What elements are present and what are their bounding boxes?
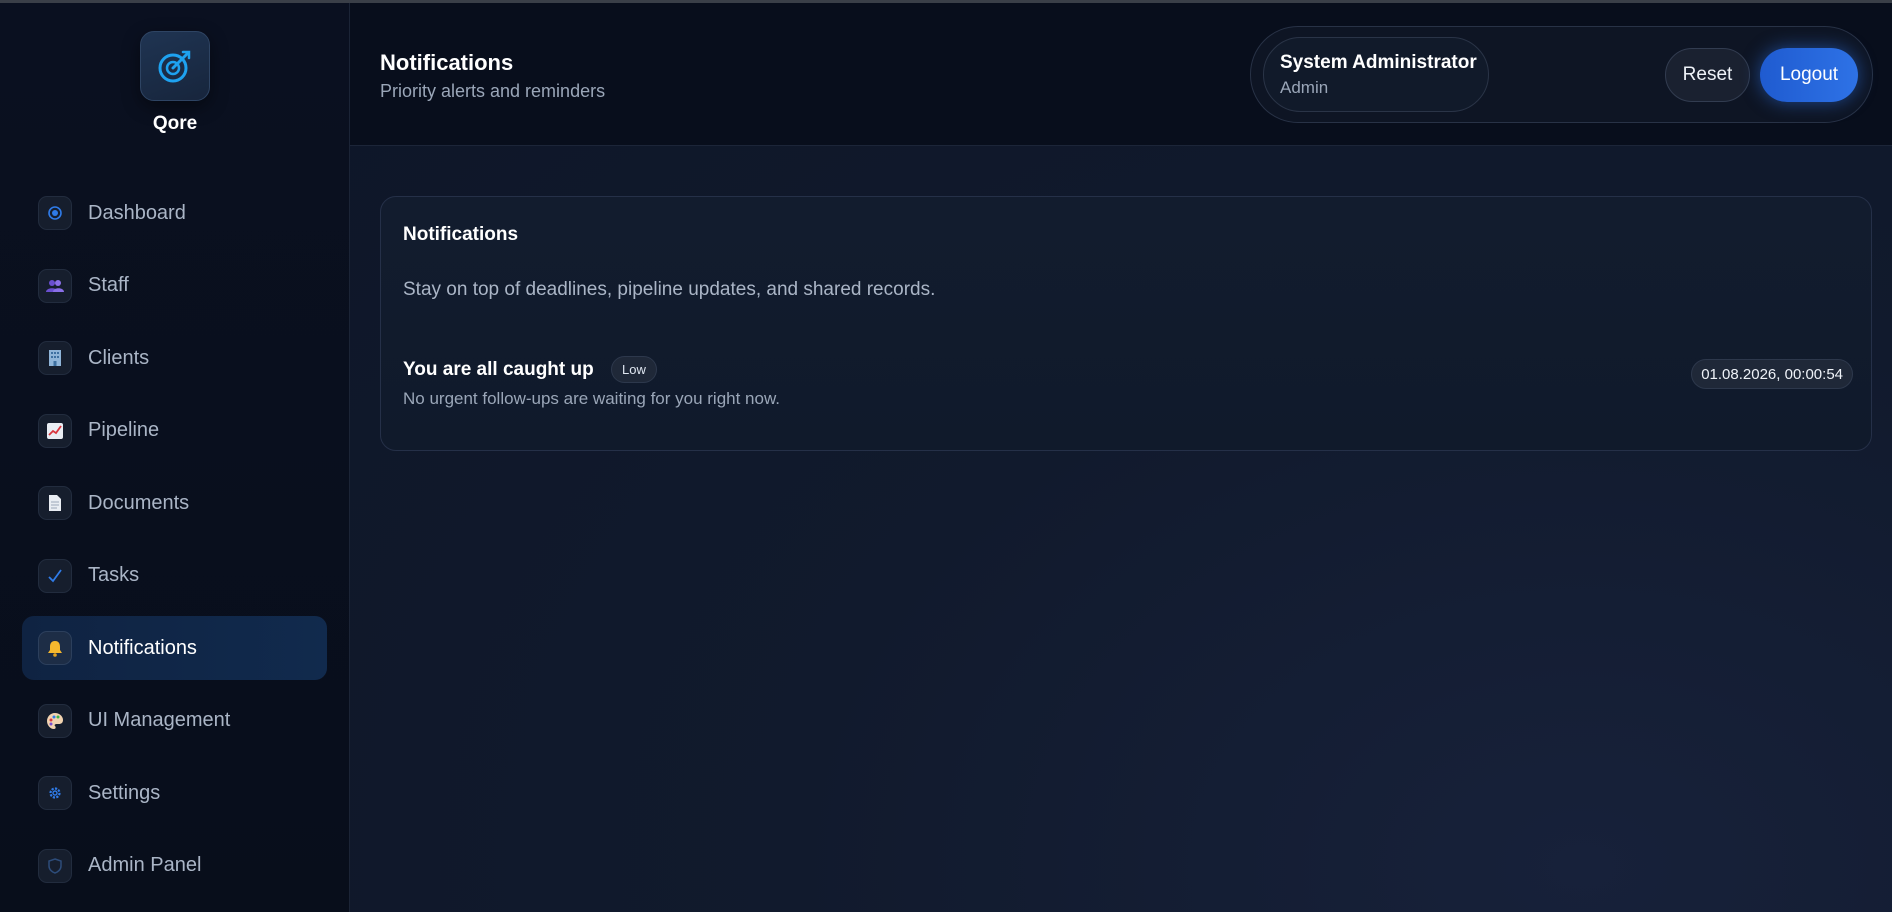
sidebar-item-tasks[interactable]: Tasks: [22, 544, 327, 608]
compass-icon[interactable]: [140, 31, 210, 101]
user-name: System Administrator: [1280, 52, 1477, 73]
sidebar-item-label: Pipeline: [88, 419, 160, 441]
sidebar-item-label: Notifications: [88, 636, 197, 659]
user-role: Admin: [1280, 78, 1329, 97]
chart-increasing-icon: [38, 413, 72, 448]
sidebar-item-clients[interactable]: Clients: [22, 326, 327, 390]
sidebar-item-settings[interactable]: Settings: [22, 761, 327, 825]
palette-icon: [38, 703, 72, 738]
target-icon: [38, 196, 72, 230]
sidebar-item-label: Admin Panel: [88, 854, 202, 876]
sidebar-item-label: Settings: [88, 781, 161, 804]
shield-icon: [38, 848, 72, 883]
check-icon: [38, 558, 72, 593]
window-top-border: [0, 0, 1892, 3]
card-description: Stay on top of deadlines, pipeline updat…: [403, 279, 936, 300]
sidebar-item-ui-management[interactable]: UI Management: [22, 689, 327, 753]
people-icon: [38, 268, 72, 303]
bell-icon: [38, 631, 72, 665]
document-icon: [38, 486, 72, 520]
sidebar-item-label: Staff: [88, 274, 129, 296]
sidebar-item-dashboard[interactable]: Dashboard: [22, 181, 327, 245]
brand: Qore: [0, 31, 350, 135]
gear-icon: [38, 776, 72, 810]
sidebar-item-documents[interactable]: Documents: [22, 471, 327, 535]
brand-name: Qore: [152, 113, 198, 134]
page-title: Notifications: [380, 50, 514, 75]
notification-item[interactable]: You are all caught up Low No urgent foll…: [403, 356, 1853, 419]
sidebar-item-notifications[interactable]: Notifications: [22, 616, 327, 680]
sidebar-item-pipeline[interactable]: Pipeline: [22, 399, 327, 463]
priority-badge: Low: [611, 356, 657, 383]
sidebar-item-label: Dashboard: [88, 201, 186, 224]
sidebar: Qore Dashboard Staff Clients Pipeline Do…: [0, 0, 350, 912]
sidebar-nav: Dashboard Staff Clients Pipeline Documen…: [22, 181, 327, 906]
user-bar: System Administrator Admin Reset Logout: [1250, 26, 1873, 123]
sidebar-item-label: Documents: [88, 491, 190, 514]
notification-timestamp: 01.08.2026, 00:00:54: [1691, 359, 1853, 389]
card-title: Notifications: [403, 224, 519, 245]
sidebar-item-admin-panel[interactable]: Admin Panel: [22, 834, 327, 898]
sidebar-item-label: UI Management: [88, 709, 231, 731]
office-building-icon: [38, 341, 72, 375]
logout-button[interactable]: Logout: [1760, 48, 1858, 102]
main-content: Notifications Priority alerts and remind…: [350, 0, 1892, 912]
notifications-card: Notifications Stay on top of deadlines, …: [380, 196, 1872, 451]
sidebar-item-staff[interactable]: Staff: [22, 254, 327, 318]
reset-button[interactable]: Reset: [1665, 48, 1750, 102]
top-header: Notifications Priority alerts and remind…: [350, 3, 1892, 146]
sidebar-item-label: Clients: [88, 346, 150, 369]
notification-title: You are all caught up: [403, 359, 594, 380]
sidebar-item-label: Tasks: [88, 564, 140, 586]
page-subtitle: Priority alerts and reminders: [380, 81, 606, 101]
notification-body: No urgent follow-ups are waiting for you…: [403, 389, 781, 408]
app-root: Qore Dashboard Staff Clients Pipeline Do…: [0, 0, 1892, 912]
user-chip[interactable]: System Administrator Admin: [1263, 37, 1489, 112]
